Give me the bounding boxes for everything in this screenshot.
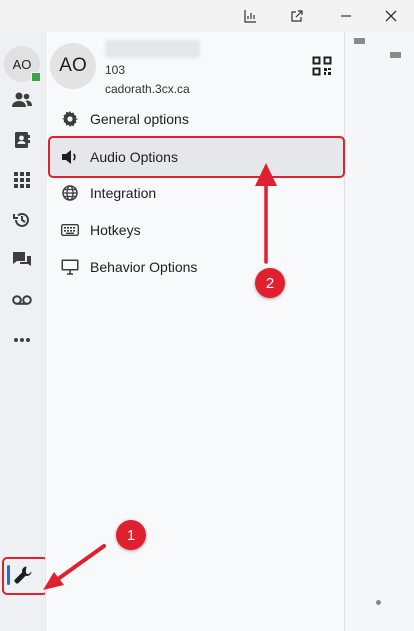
minimize-icon[interactable] — [332, 4, 360, 28]
globe-icon — [60, 183, 80, 203]
menu-item-integration[interactable]: Integration — [50, 176, 342, 210]
monitor-icon — [60, 257, 80, 277]
callout-badge-2: 2 — [255, 268, 285, 298]
title-bar — [0, 0, 414, 32]
chat-icon[interactable] — [10, 248, 34, 272]
scroll-dot — [376, 600, 381, 605]
menu-item-label: Integration — [90, 185, 157, 201]
profile-initials: AO — [59, 55, 87, 76]
presence-indicator — [31, 72, 41, 82]
sidebar: AO — [0, 32, 48, 631]
voicemail-icon[interactable] — [10, 288, 34, 312]
menu-item-label: Hotkeys — [90, 222, 141, 238]
active-indicator — [7, 565, 10, 585]
extension-number: 103 — [105, 63, 126, 77]
history-icon[interactable] — [10, 208, 34, 232]
popout-icon[interactable] — [283, 4, 311, 28]
contacts-icon[interactable] — [10, 88, 34, 112]
settings-button[interactable] — [2, 557, 48, 595]
menu-item-label: Behavior Options — [90, 259, 198, 275]
close-icon[interactable] — [377, 4, 405, 28]
detail-pane — [346, 32, 414, 631]
menu-item-general-options[interactable]: General options — [50, 102, 342, 136]
qr-code-icon[interactable] — [312, 56, 332, 76]
blurred-user-name — [105, 40, 200, 58]
menu-item-audio-options[interactable]: Audio Options — [48, 136, 345, 178]
keyboard-icon — [60, 220, 80, 240]
profile-avatar[interactable]: AO — [50, 43, 96, 89]
address-book-icon[interactable] — [10, 128, 34, 152]
menu-item-behavior-options[interactable]: Behavior Options — [50, 250, 342, 284]
speaker-icon — [60, 147, 80, 167]
pane-marker — [390, 52, 401, 58]
settings-panel: AO 103 cadorath.3cx.ca General options A… — [45, 32, 345, 631]
wrench-icon — [13, 565, 33, 590]
menu-item-hotkeys[interactable]: Hotkeys — [50, 213, 342, 247]
more-icon[interactable] — [10, 328, 34, 352]
gear-icon — [60, 109, 80, 129]
chart-icon[interactable] — [236, 4, 264, 28]
avatar-initials: AO — [12, 56, 32, 72]
dialpad-icon[interactable] — [10, 168, 34, 192]
menu-item-label: Audio Options — [90, 149, 178, 165]
domain-label: cadorath.3cx.ca — [105, 82, 190, 96]
menu-item-label: General options — [90, 111, 189, 127]
callout-badge-1: 1 — [116, 520, 146, 550]
pane-marker — [354, 38, 365, 44]
